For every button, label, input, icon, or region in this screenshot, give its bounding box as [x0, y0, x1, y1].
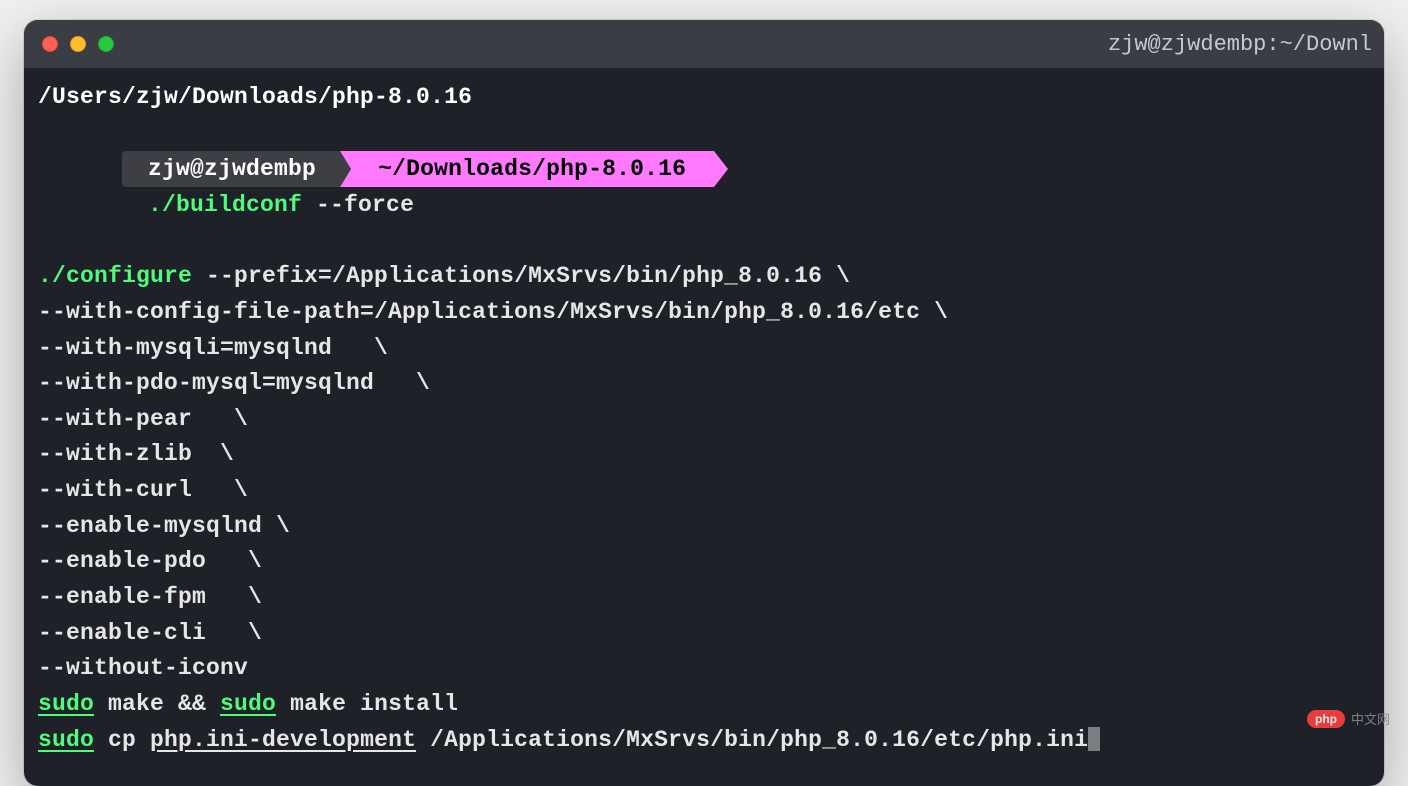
sudo-1: sudo [38, 691, 94, 717]
make-2: make [276, 691, 360, 717]
configure-line-4: --with-pear \ [38, 402, 1370, 438]
configure-line-8: --enable-pdo \ [38, 544, 1370, 580]
terminal-window: zjw@zjwdembp:~/Downl /Users/zjw/Download… [24, 20, 1384, 786]
configure-args-0: --prefix=/Applications/MxSrvs/bin/php_8.… [192, 263, 850, 289]
buildconf-args: --force [302, 192, 414, 218]
sudo-3: sudo [38, 727, 94, 753]
prompt-user: zjw@zjwdembp [122, 151, 340, 187]
cp-line: sudo cp php.ini-development /Application… [38, 723, 1370, 759]
prompt-user-text: zjw@zjwdembp [148, 156, 316, 182]
install: install [360, 691, 458, 717]
configure-line-0: ./configure --prefix=/Applications/MxSrv… [38, 259, 1370, 295]
pwd-line: /Users/zjw/Downloads/php-8.0.16 [38, 80, 1370, 116]
minimize-icon[interactable] [70, 36, 86, 52]
cp-dest: /Applications/MxSrvs/bin/php_8.0.16/etc/… [416, 727, 1088, 753]
configure-line-6: --with-curl \ [38, 473, 1370, 509]
configure-line-9: --enable-fpm \ [38, 580, 1370, 616]
prompt: zjw@zjwdembp ~/Downloads/php-8.0.16 [122, 151, 714, 187]
make-1: make [94, 691, 178, 717]
window-title: zjw@zjwdembp:~/Downl [1108, 32, 1372, 57]
configure-line-1: --with-config-file-path=/Applications/Mx… [38, 295, 1370, 331]
make-line: sudo make && sudo make install [38, 687, 1370, 723]
prompt-path: ~/Downloads/php-8.0.16 [340, 151, 714, 187]
zoom-icon[interactable] [98, 36, 114, 52]
traffic-lights [42, 36, 114, 52]
terminal-body[interactable]: /Users/zjw/Downloads/php-8.0.16 zjw@zjwd… [24, 68, 1384, 786]
prompt-line: zjw@zjwdembp ~/Downloads/php-8.0.16 ./bu… [38, 116, 1370, 260]
configure-line-2: --with-mysqli=mysqlnd \ [38, 331, 1370, 367]
configure-line-7: --enable-mysqlnd \ [38, 509, 1370, 545]
titlebar[interactable]: zjw@zjwdembp:~/Downl [24, 20, 1384, 68]
close-icon[interactable] [42, 36, 58, 52]
configure-cmd: ./configure [38, 263, 192, 289]
cp-cmd: cp [94, 727, 150, 753]
configure-line-5: --with-zlib \ [38, 437, 1370, 473]
sudo-2: sudo [220, 691, 276, 717]
buildconf-name: ./buildconf [148, 192, 302, 218]
watermark-badge: php [1307, 710, 1345, 728]
prompt-path-text: ~/Downloads/php-8.0.16 [378, 156, 686, 182]
configure-line-10: --enable-cli \ [38, 616, 1370, 652]
buildconf-cmd: ./buildconf --force [148, 192, 414, 218]
cp-src: php.ini-development [150, 727, 416, 753]
cursor-icon [1088, 727, 1100, 751]
watermark: php 中文网 [1307, 709, 1390, 728]
configure-line-11: --without-iconv [38, 651, 1370, 687]
configure-line-3: --with-pdo-mysql=mysqlnd \ [38, 366, 1370, 402]
watermark-text: 中文网 [1351, 709, 1390, 728]
amp: && [178, 691, 220, 717]
